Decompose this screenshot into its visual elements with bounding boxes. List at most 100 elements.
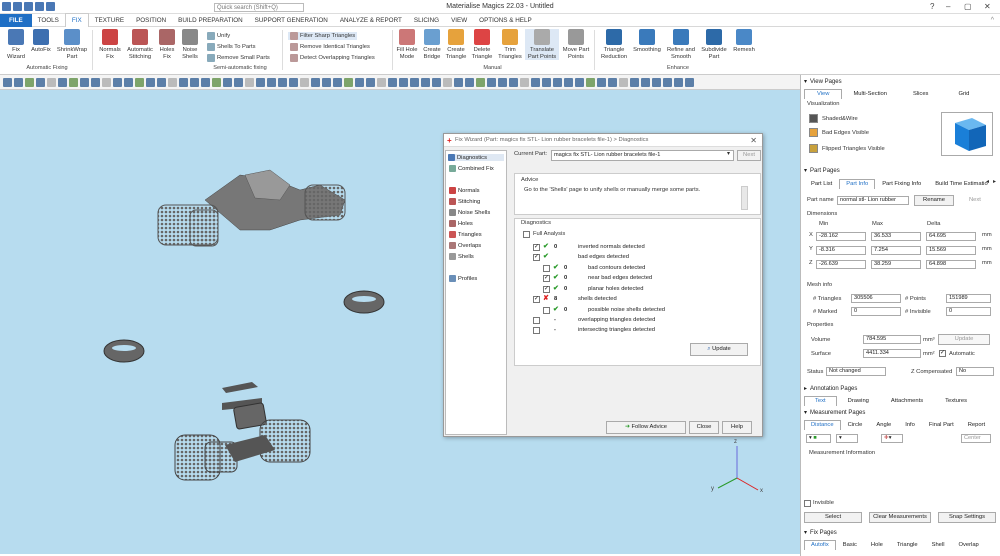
remove-identical-triangles-button[interactable]: Remove Identical Triangles (290, 43, 370, 51)
diag-row-checkbox[interactable] (543, 307, 550, 314)
toolbar-icon[interactable] (366, 77, 375, 87)
toolbar-icon[interactable] (377, 77, 386, 87)
current-part-select[interactable]: magics fix STL- Lion rubber bracelets fi… (551, 150, 734, 161)
shaded-wire-option[interactable]: Shaded&Wire (809, 114, 858, 123)
toolbar-icon[interactable] (575, 77, 584, 87)
measure-mode-dropdown[interactable]: ▾ (836, 434, 858, 443)
bad-edges-option[interactable]: Bad Edges Visible (809, 128, 869, 137)
toolbar-icon[interactable] (300, 77, 309, 87)
toolbar-icon[interactable] (454, 77, 463, 87)
tab-part-list[interactable]: Part List (804, 179, 839, 189)
menu-tools[interactable]: TOOLS (32, 14, 65, 27)
toolbar-icon[interactable] (509, 77, 518, 87)
nav-profiles[interactable]: Profiles (449, 275, 477, 282)
snap-settings-button[interactable]: Snap Settings (938, 512, 996, 523)
tab-slices[interactable]: Slices (898, 89, 943, 99)
toolbar-icon[interactable] (619, 77, 628, 87)
delete-triangle-button[interactable]: Delete Triangle (470, 29, 494, 60)
toolbar-icon[interactable] (289, 77, 298, 87)
menu-slicing[interactable]: SLICING (408, 14, 445, 27)
toolbar-icon[interactable] (14, 77, 23, 87)
autofix-button[interactable]: AutoFix (29, 29, 53, 54)
clear-measurements-button[interactable]: Clear Measurements (869, 512, 931, 523)
toolbar-icon[interactable] (531, 77, 540, 87)
diag-row-checkbox[interactable]: ✓ (543, 286, 550, 293)
update-properties-button[interactable]: Update (938, 334, 990, 345)
holes-fix-button[interactable]: Holes Fix (156, 29, 178, 60)
invisible-checkbox[interactable] (804, 500, 811, 507)
menu-texture[interactable]: TEXTURE (89, 14, 130, 27)
tab-circle[interactable]: Circle (841, 420, 870, 430)
diag-row-checkbox[interactable] (543, 265, 550, 272)
toolbar-icon[interactable] (69, 77, 78, 87)
translate-part-points-button[interactable]: Translate Part Points (525, 29, 559, 60)
toolbar-icon[interactable] (58, 77, 67, 87)
bracelet-ring-right[interactable] (343, 290, 385, 314)
unify-button[interactable]: Unify (207, 32, 230, 40)
toolbar-icon[interactable] (465, 77, 474, 87)
tab-text[interactable]: Text (804, 396, 837, 406)
fill-hole-mode-button[interactable]: Fill Hole Mode (395, 29, 419, 60)
help-icon[interactable]: ? (930, 2, 934, 11)
toolbar-icon[interactable] (3, 77, 12, 87)
filter-sharp-triangles-button[interactable]: Filter Sharp Triangles (288, 32, 358, 40)
tab-basic[interactable]: Basic (836, 540, 864, 550)
toolbar-icon[interactable] (36, 77, 45, 87)
toolbar-icon[interactable] (553, 77, 562, 87)
measure-type-dropdown[interactable]: ▾ ■ (806, 434, 831, 443)
menu-view[interactable]: VIEW (445, 14, 473, 27)
tab-part-fixing-info[interactable]: Part Fixing Info (875, 179, 928, 189)
automatic-checkbox[interactable]: ✓ (939, 350, 946, 357)
maximize-icon[interactable]: ▢ (964, 2, 972, 11)
tab-part-info[interactable]: Part Info (839, 179, 876, 189)
select-button[interactable]: Select (804, 512, 862, 523)
refine-smooth-button[interactable]: Refine and Smooth (664, 29, 698, 60)
toolbar-icon[interactable] (355, 77, 364, 87)
tab-hole[interactable]: Hole (864, 540, 890, 550)
toolbar-icon[interactable] (113, 77, 122, 87)
trim-triangles-button[interactable]: Trim Triangles (497, 29, 523, 60)
toolbar-icon[interactable] (432, 77, 441, 87)
nav-noise-shells[interactable]: Noise Shells (449, 209, 490, 216)
nav-shells[interactable]: Shells (449, 253, 474, 260)
toolbar-icon[interactable] (135, 77, 144, 87)
normals-fix-button[interactable]: Normals Fix (97, 29, 123, 60)
toolbar-icon[interactable] (146, 77, 155, 87)
toolbar-icon[interactable] (91, 77, 100, 87)
bracelet-part-top[interactable] (157, 169, 346, 247)
minimize-icon[interactable]: – (946, 2, 950, 11)
toolbar-icon[interactable] (168, 77, 177, 87)
menu-analyze-report[interactable]: ANALYZE & REPORT (334, 14, 408, 27)
bracelet-part-bottom[interactable] (174, 382, 311, 481)
toolbar-icon[interactable] (597, 77, 606, 87)
menu-build-preparation[interactable]: BUILD PREPARATION (172, 14, 249, 27)
tab-build-time[interactable]: Build Time Estimatio (928, 179, 995, 189)
toolbar-icon[interactable] (245, 77, 254, 87)
toolbar-icon[interactable] (333, 77, 342, 87)
tab-overlap[interactable]: Overlap (951, 540, 985, 550)
menu-support-generation[interactable]: SUPPORT GENERATION (249, 14, 334, 27)
full-analysis-checkbox[interactable] (523, 231, 530, 238)
toolbar-icon[interactable] (520, 77, 529, 87)
toolbar-icon[interactable] (179, 77, 188, 87)
toolbar-icon[interactable] (498, 77, 507, 87)
subdivide-part-button[interactable]: Subdivide Part (700, 29, 728, 60)
rename-button[interactable]: Rename (914, 195, 954, 206)
toolbar-icon[interactable] (630, 77, 639, 87)
nav-combined-fix[interactable]: Combined Fix (449, 165, 494, 172)
toolbar-icon[interactable] (212, 77, 221, 87)
nav-stitching[interactable]: Stitching (449, 198, 480, 205)
chevron-left-icon[interactable]: ◂ (986, 179, 989, 185)
toolbar-icon[interactable] (344, 77, 353, 87)
nav-overlaps[interactable]: Overlaps (449, 242, 481, 249)
toolbar-icon[interactable] (652, 77, 661, 87)
update-button[interactable]: ⌕ Update (690, 343, 748, 356)
toolbar-icon[interactable] (685, 77, 694, 87)
toolbar-icon[interactable] (641, 77, 650, 87)
diag-row-checkbox[interactable]: ✓ (533, 254, 540, 261)
close-button[interactable]: Close (689, 421, 719, 434)
toolbar-icon[interactable] (190, 77, 199, 87)
collapse-ribbon-icon[interactable]: ^ (991, 17, 994, 24)
bracelet-ring-left[interactable] (103, 339, 145, 363)
toolbar-icon[interactable] (421, 77, 430, 87)
